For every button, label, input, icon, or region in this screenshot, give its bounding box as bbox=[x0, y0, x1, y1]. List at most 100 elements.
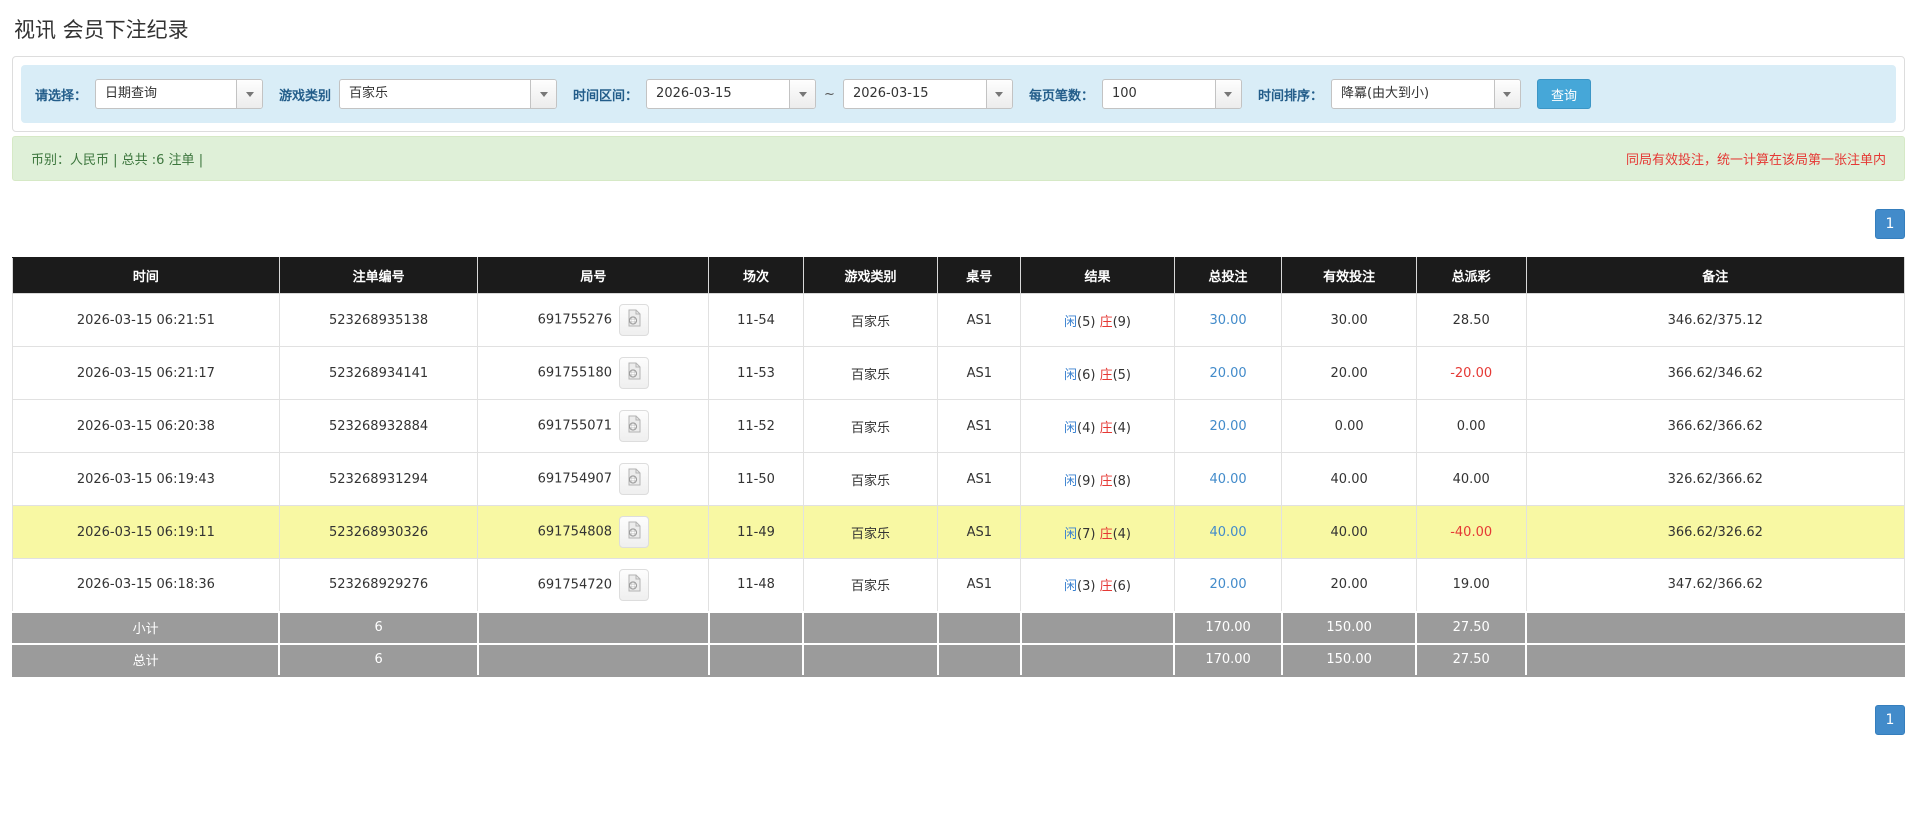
chevron-down-icon[interactable] bbox=[789, 80, 816, 108]
video-record-button[interactable] bbox=[619, 568, 650, 601]
total-bet-link[interactable]: 40.00 bbox=[1209, 525, 1246, 540]
chevron-down-icon[interactable] bbox=[1214, 80, 1241, 108]
table-header-row: 时间 注单编号 局号 场次 游戏类别 桌号 结果 总投注 有效投注 总派彩 备注 bbox=[12, 257, 1906, 294]
cell-bet-no: 523268931294 bbox=[278, 452, 479, 506]
cell-time: 2026-03-15 06:21:51 bbox=[12, 293, 280, 347]
player-label: 闲 bbox=[1064, 579, 1078, 595]
cell-time: 2026-03-15 06:19:11 bbox=[12, 505, 280, 559]
player-label: 闲 bbox=[1064, 526, 1078, 542]
cell-bet-no: 523268930326 bbox=[278, 505, 479, 559]
player-score: (9) bbox=[1077, 473, 1096, 489]
cell-note: 366.62/326.62 bbox=[1525, 505, 1906, 559]
page-size-combobox[interactable]: 100 bbox=[1101, 79, 1242, 109]
cell-note: 326.62/366.62 bbox=[1525, 452, 1906, 506]
summary-bar: 币别：人民币 | 总共 :6 注单 | 同局有效投注，统一计算在该局第一张注单内 bbox=[12, 136, 1905, 181]
video-file-icon bbox=[626, 415, 642, 437]
video-record-button[interactable] bbox=[619, 516, 650, 548]
total-label: 总计 bbox=[12, 642, 281, 677]
header-valid-bet: 有效投注 bbox=[1281, 257, 1417, 294]
cell-round-no: 691755276 bbox=[477, 293, 710, 347]
player-score: (4) bbox=[1077, 420, 1096, 436]
banker-label: 庄 bbox=[1099, 367, 1113, 383]
date-to-combobox[interactable]: 2026-03-15 bbox=[842, 79, 1013, 109]
table-row: 2026-03-15 06:20:38 523268932884 6917550… bbox=[12, 399, 1906, 453]
cell-total-bet: 20.00 bbox=[1173, 558, 1283, 612]
currency-total-summary: 币别：人民币 | 总共 :6 注单 | bbox=[31, 153, 204, 168]
date-from-value: 2026-03-15 bbox=[656, 86, 732, 101]
video-record-button[interactable] bbox=[619, 304, 650, 336]
table-row: 2026-03-15 06:21:17 523268934141 6917551… bbox=[12, 346, 1906, 400]
header-game-type: 游戏类别 bbox=[802, 257, 939, 294]
player-score: (6) bbox=[1077, 367, 1096, 383]
cell-total-bet: 20.00 bbox=[1173, 399, 1283, 453]
video-file-icon bbox=[626, 362, 642, 384]
cell-valid-bet: 30.00 bbox=[1281, 293, 1417, 347]
subtotal-payout: 27.50 bbox=[1415, 610, 1528, 645]
player-score: (3) bbox=[1077, 579, 1096, 595]
video-record-button[interactable] bbox=[619, 463, 650, 495]
video-record-button[interactable] bbox=[619, 410, 650, 442]
cell-total-bet: 20.00 bbox=[1173, 346, 1283, 400]
chevron-down-icon[interactable] bbox=[236, 80, 263, 108]
cell-result: 闲(7) 庄(4) bbox=[1020, 505, 1175, 559]
header-bet-no: 注单编号 bbox=[278, 257, 479, 294]
round-no-text: 691755071 bbox=[537, 418, 613, 434]
cell-table-no: AS1 bbox=[937, 505, 1022, 559]
total-bet-link[interactable]: 20.00 bbox=[1209, 366, 1246, 381]
header-session: 场次 bbox=[708, 257, 804, 294]
total-payout: 27.50 bbox=[1415, 642, 1528, 677]
cell-round-no: 691754808 bbox=[477, 505, 710, 559]
page-button-1[interactable]: 1 bbox=[1875, 704, 1905, 735]
cell-session: 11-49 bbox=[708, 505, 804, 559]
cell-time: 2026-03-15 06:20:38 bbox=[12, 399, 280, 453]
chevron-down-icon[interactable] bbox=[985, 80, 1012, 108]
top-pagination: 1 bbox=[12, 209, 1905, 239]
cell-table-no: AS1 bbox=[937, 452, 1022, 506]
filter-bar: 请选择： 日期查询 游戏类别 百家乐 时间区间： 2026-03-15 ~ 20… bbox=[21, 65, 1896, 123]
round-no-text: 691754808 bbox=[537, 524, 613, 540]
header-round-no: 局号 bbox=[477, 257, 710, 294]
cell-payout: 19.00 bbox=[1415, 558, 1527, 612]
banker-label: 庄 bbox=[1099, 526, 1113, 542]
cell-result: 闲(3) 庄(6) bbox=[1020, 558, 1175, 612]
game-type-label: 游戏类别 bbox=[279, 88, 332, 104]
total-row: 总计 6 170.00 150.00 27.50 bbox=[12, 642, 1906, 677]
betting-records-table: 时间 注单编号 局号 场次 游戏类别 桌号 结果 总投注 有效投注 总派彩 备注… bbox=[12, 257, 1906, 677]
cell-payout: -40.00 bbox=[1415, 505, 1527, 559]
round-no-text: 691754720 bbox=[537, 577, 613, 593]
cell-result: 闲(9) 庄(8) bbox=[1020, 452, 1175, 506]
table-row: 2026-03-15 06:18:36 523268929276 6917547… bbox=[12, 558, 1906, 612]
date-from-combobox[interactable]: 2026-03-15 bbox=[646, 79, 817, 109]
cell-total-bet: 30.00 bbox=[1173, 293, 1283, 347]
sort-order-combobox[interactable]: 降冪(由大到小) bbox=[1330, 79, 1521, 109]
video-file-icon bbox=[626, 309, 642, 331]
subtotal-count: 6 bbox=[278, 610, 479, 645]
cell-table-no: AS1 bbox=[937, 346, 1022, 400]
query-type-value: 日期查询 bbox=[105, 86, 158, 101]
player-label: 闲 bbox=[1064, 420, 1078, 436]
cell-game-type: 百家乐 bbox=[802, 399, 939, 453]
round-no-text: 691755276 bbox=[537, 312, 613, 328]
cell-game-type: 百家乐 bbox=[802, 293, 939, 347]
cell-session: 11-53 bbox=[708, 346, 804, 400]
game-type-combobox[interactable]: 百家乐 bbox=[339, 79, 558, 109]
banker-score: (5) bbox=[1112, 367, 1132, 383]
cell-total-bet: 40.00 bbox=[1173, 505, 1283, 559]
search-button[interactable]: 查询 bbox=[1536, 79, 1591, 109]
chevron-down-icon[interactable] bbox=[1493, 80, 1520, 108]
player-label: 闲 bbox=[1064, 473, 1078, 489]
cell-valid-bet: 40.00 bbox=[1281, 452, 1417, 506]
table-row: 2026-03-15 06:21:51 523268935138 6917552… bbox=[12, 293, 1906, 347]
cell-result: 闲(4) 庄(4) bbox=[1020, 399, 1175, 453]
subtotal-total-bet: 170.00 bbox=[1173, 610, 1283, 645]
total-bet-link[interactable]: 20.00 bbox=[1209, 419, 1246, 434]
query-type-combobox[interactable]: 日期查询 bbox=[95, 79, 264, 109]
cell-result: 闲(5) 庄(9) bbox=[1020, 293, 1175, 347]
cell-total-bet: 40.00 bbox=[1173, 452, 1283, 506]
chevron-down-icon[interactable] bbox=[530, 80, 557, 108]
video-record-button[interactable] bbox=[619, 357, 650, 389]
total-bet-link[interactable]: 20.00 bbox=[1209, 577, 1246, 592]
total-bet-link[interactable]: 30.00 bbox=[1209, 313, 1246, 328]
page-button-1[interactable]: 1 bbox=[1875, 209, 1905, 239]
total-bet-link[interactable]: 40.00 bbox=[1209, 472, 1246, 487]
